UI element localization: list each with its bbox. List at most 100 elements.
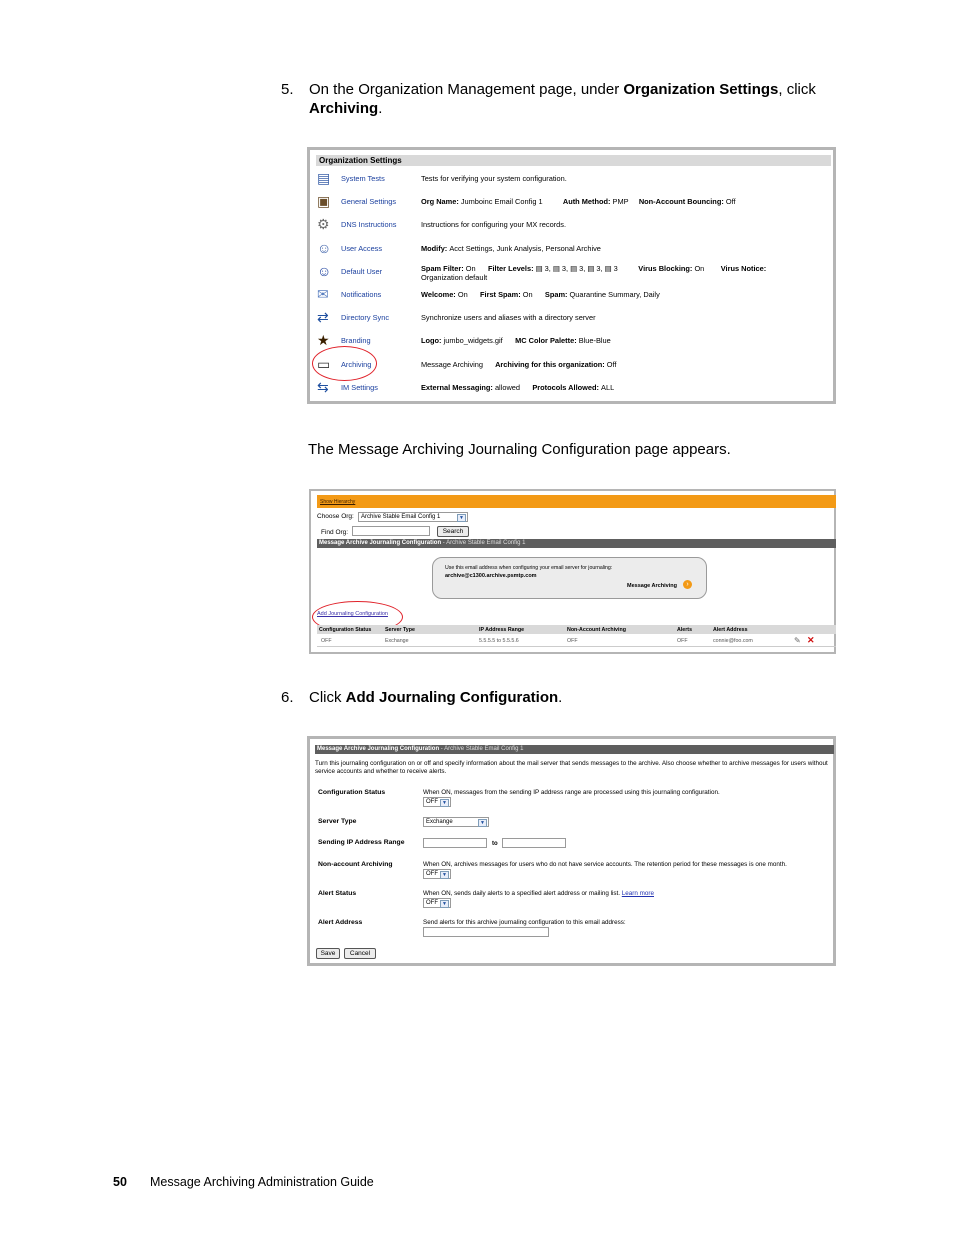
notification-icon: ✉ <box>317 286 329 302</box>
org-setting-link[interactable]: General Settings <box>341 197 396 206</box>
ip-range-start-input[interactable] <box>423 838 487 848</box>
journaling-title-bar: Message Archive Journaling Configuration… <box>317 539 836 548</box>
alert-address-label: Alert Address <box>318 919 363 926</box>
page-number: 50 <box>113 1175 127 1189</box>
org-setting-link[interactable]: IM Settings <box>341 383 378 392</box>
settings-window-icon: ▣ <box>317 193 331 210</box>
description-segment: Non-Account Bouncing: <box>628 197 726 207</box>
non-account-label: Non-account Archiving <box>318 861 393 868</box>
description-segment: Virus Notice: <box>704 263 767 273</box>
description-segment: Protocols Allowed: <box>520 382 602 392</box>
description-segment: jumbo_widgets.gif <box>443 336 503 346</box>
org-setting-description: Tests for verifying your system configur… <box>421 174 567 183</box>
step-text: Click Add Journaling Configuration. <box>309 689 563 706</box>
description-segment: On <box>522 290 533 299</box>
show-hierarchy-link[interactable]: Show Hierarchy <box>320 499 355 505</box>
description-segment: ▤ 3, ▤ 3, ▤ 3, ▤ 3, ▤ 3 <box>535 263 618 273</box>
ip-range-to-label: to <box>492 841 498 847</box>
config-intro: Turn this journaling configuration on or… <box>315 760 828 775</box>
step-number: 6. <box>281 689 294 706</box>
org-settings-screenshot: Organization Settings ▤ System Tests Tests… <box>307 147 836 404</box>
cell-alert-address: connie@foo.com <box>713 638 753 644</box>
alert-status-desc: When ON, sends daily alerts to a specifi… <box>423 890 654 897</box>
step-5: 5. On the Organization Management page, … <box>281 80 851 120</box>
find-org-input[interactable] <box>352 526 430 536</box>
search-button[interactable]: Search <box>437 526 469 537</box>
col-configuration-status: Configuration Status <box>319 627 372 633</box>
edit-icon[interactable]: ✎ <box>794 636 801 645</box>
journaling-address-bubble: Use this email address when configuring … <box>432 557 707 599</box>
org-setting-description: Spam Filter: On Filter Levels: ▤ 3, ▤ 3,… <box>421 264 766 282</box>
col-alerts: Alerts <box>677 627 693 633</box>
org-settings-header: Organization Settings <box>316 155 831 166</box>
org-setting-link[interactable]: Notifications <box>341 290 381 299</box>
user-access-icon: ☺ <box>317 239 332 256</box>
monitor-icon: ▤ <box>317 170 331 186</box>
journaling-page-screenshot: Show Hierarchy Choose Org: Archive Stabl… <box>309 489 836 654</box>
org-setting-link[interactable]: DNS Instructions <box>341 220 396 229</box>
col-server-type: Server Type <box>385 627 415 633</box>
org-setting-description: Modify: Acct Settings, Junk Analysis, Pe… <box>421 244 601 253</box>
description-segment: Off <box>606 359 617 369</box>
alert-status-label: Alert Status <box>318 890 357 897</box>
non-account-select[interactable]: OFF ▼ <box>423 869 451 879</box>
step-number: 5. <box>281 81 294 98</box>
chevron-down-icon[interactable]: ▼ <box>440 799 449 807</box>
directory-sync-icon: ⇄ <box>317 309 329 326</box>
config-status-select[interactable]: OFF ▼ <box>423 797 451 807</box>
org-setting-link[interactable]: Branding <box>341 336 371 345</box>
cell-server-type: Exchange <box>385 638 409 644</box>
description-segment: ALL <box>601 382 615 392</box>
chevron-down-icon[interactable]: ▼ <box>457 514 466 522</box>
org-setting-description: Logo: jumbo_widgets.gif MC Color Palette… <box>421 336 611 345</box>
org-setting-row: ▭ Archiving Message Archiving Archiving fo… <box>310 355 833 377</box>
step-6: 6. Click Add Journaling Configuration. <box>281 688 851 708</box>
description-segment: PMP <box>612 197 629 207</box>
delete-icon[interactable]: ✕ <box>807 635 815 646</box>
chevron-down-icon[interactable]: ▼ <box>440 871 449 879</box>
org-setting-row: ▤ System Tests Tests for verifying your sy… <box>310 169 833 191</box>
dns-network-icon: ⚙ <box>317 216 330 233</box>
description-segment: Archiving for this organization: <box>483 359 607 369</box>
description-line-2: Organization default <box>421 272 488 282</box>
config-form-screenshot: Message Archive Journaling Configuration… <box>307 736 836 966</box>
cell-configuration-status: OFF <box>321 638 332 644</box>
alert-address-input[interactable] <box>423 927 549 937</box>
learn-more-link[interactable]: Learn more <box>622 890 654 897</box>
step-text: On the Organization Management page, und… <box>309 81 816 117</box>
alert-status-select[interactable]: OFF ▼ <box>423 898 451 908</box>
choose-org-select[interactable]: Archive Stable Email Config 1 ▼ <box>358 512 468 522</box>
user-icon: ☺ <box>317 262 332 279</box>
col-ip-address-range: IP Address Range <box>479 627 525 633</box>
config-title-bar: Message Archive Journaling Configuration… <box>315 745 834 754</box>
org-setting-row: ⇆ IM Settings External Messaging: allowed … <box>310 378 833 400</box>
org-setting-link[interactable]: System Tests <box>341 174 385 183</box>
chevron-down-icon[interactable]: ▼ <box>478 819 487 827</box>
description-segment: Blue-Blue <box>578 336 611 346</box>
org-setting-link[interactable]: Default User <box>341 267 382 276</box>
org-setting-link[interactable]: Directory Sync <box>341 313 389 322</box>
chevron-down-icon[interactable]: ▼ <box>440 900 449 908</box>
config-status-label: Configuration Status <box>318 789 386 796</box>
org-setting-row: ☺ Default User Spam Filter: On Filter Leve… <box>310 262 833 284</box>
page-appears-text: The Message Archiving Journaling Configu… <box>308 441 731 458</box>
im-settings-icon: ⇆ <box>317 378 329 395</box>
org-setting-link[interactable]: User Access <box>341 244 382 253</box>
description-segment: Instructions for configuring your MX rec… <box>421 220 566 230</box>
description-segment: Message Archiving <box>421 359 484 369</box>
message-archiving-link[interactable]: Message Archiving <box>627 583 677 589</box>
archiving-highlight-circle <box>312 346 377 381</box>
org-setting-row: ✉ Notifications Welcome: On First Spam: On… <box>310 285 833 307</box>
arrow-right-icon[interactable]: › <box>683 580 692 589</box>
save-button[interactable]: Save <box>316 948 340 959</box>
description-segment: Acct Settings, Junk Analysis, Personal A… <box>449 243 601 253</box>
cancel-button[interactable]: Cancel <box>344 948 376 959</box>
config-status-desc: When ON, messages from the sending IP ad… <box>423 789 720 796</box>
org-setting-row: ▣ General Settings Org Name: Jumboinc Emai… <box>310 192 833 214</box>
server-type-select[interactable]: Exchange ▼ <box>423 817 489 827</box>
description-segment: Org Name: <box>421 197 461 207</box>
hierarchy-bar: Show Hierarchy <box>317 495 836 508</box>
description-segment: Filter Levels: <box>475 263 536 273</box>
description-segment: External Messaging: <box>421 382 495 392</box>
ip-range-end-input[interactable] <box>502 838 566 848</box>
